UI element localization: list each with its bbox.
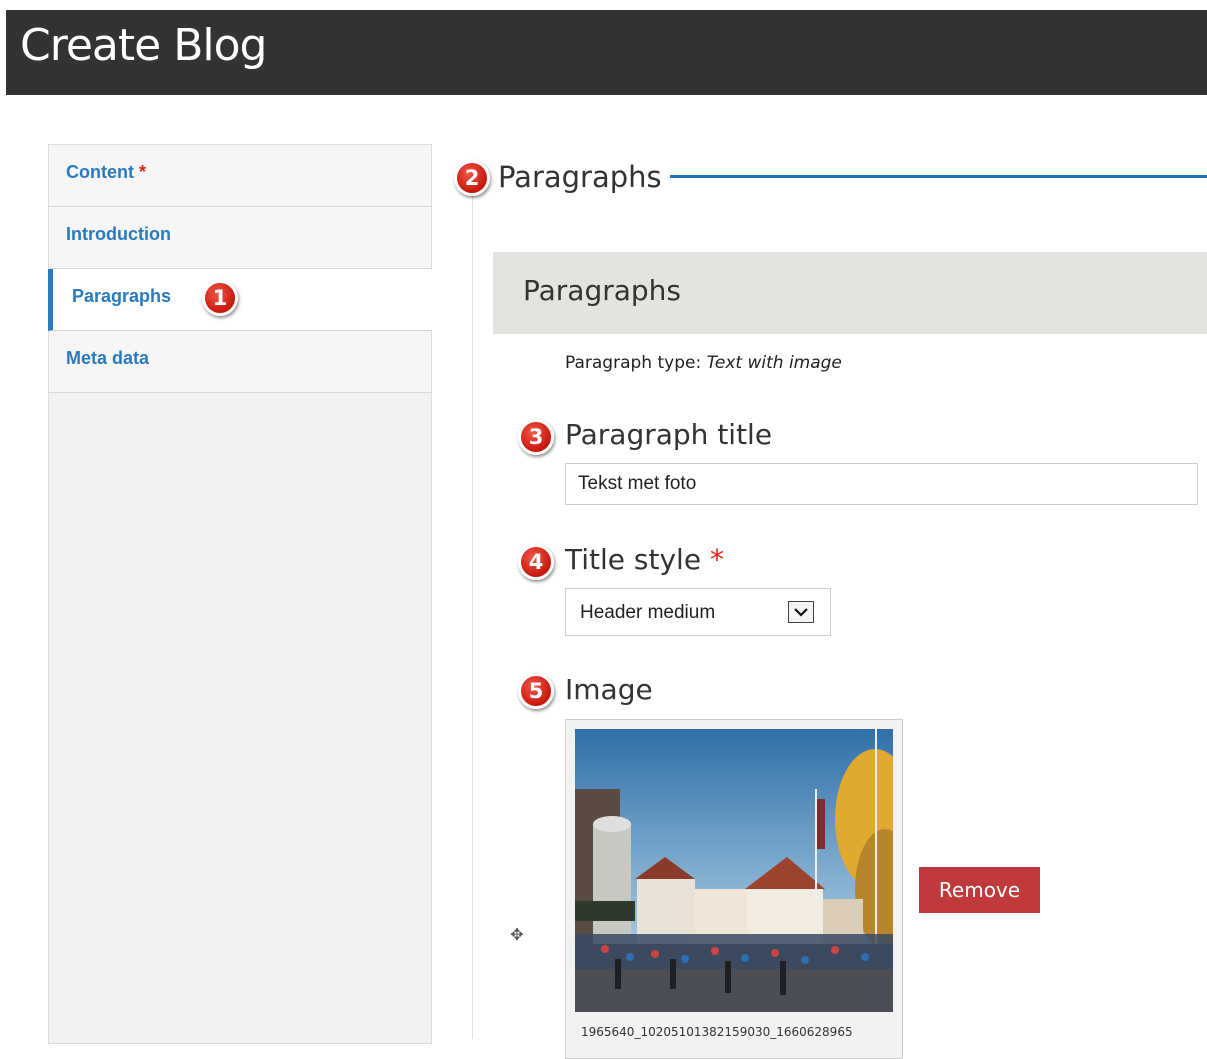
- tab-paragraphs[interactable]: Paragraphs: [48, 269, 432, 331]
- tab-label: Introduction: [66, 224, 171, 244]
- paragraphs-box-title: Paragraphs: [523, 274, 682, 307]
- paragraph-title-label: Paragraph title: [565, 418, 773, 451]
- image-filename: 1965640_10205101382159030_1660628965: [581, 1025, 853, 1039]
- page-header: Create Blog: [6, 10, 1207, 95]
- fieldset-border: [472, 196, 473, 1039]
- page-title: Create Blog: [20, 20, 267, 71]
- tab-label: Paragraphs: [72, 286, 172, 306]
- tab-introduction[interactable]: Introduction: [49, 207, 431, 269]
- step-badge-1: 1: [202, 280, 238, 316]
- fieldset-legend: Paragraphs: [498, 160, 670, 194]
- tab-meta-data[interactable]: Meta data: [49, 331, 431, 393]
- step-badge-4: 4: [518, 544, 554, 580]
- paragraph-type-value: Text with image: [706, 353, 842, 373]
- tab-label: Meta data: [66, 348, 150, 368]
- required-marker: *: [709, 543, 724, 576]
- image-thumbnail: [575, 729, 893, 1012]
- tab-content[interactable]: Content *: [49, 145, 431, 207]
- paragraphs-header-box: Paragraphs: [493, 252, 1207, 334]
- fieldset-legend-line: [670, 175, 1207, 178]
- chevron-down-icon[interactable]: [788, 601, 814, 623]
- image-preview: 1965640_10205101382159030_1660628965: [565, 719, 903, 1059]
- remove-button[interactable]: Remove: [919, 867, 1040, 913]
- step-badge-5: 5: [518, 673, 554, 709]
- step-badge-2: 2: [454, 160, 490, 196]
- select-value: Header medium: [580, 602, 716, 623]
- drag-handle-icon[interactable]: ✥: [508, 926, 526, 944]
- title-style-select[interactable]: Header medium: [565, 588, 831, 636]
- title-style-label-text: Title style: [565, 543, 702, 576]
- paragraph-type: Paragraph type: Text with image: [565, 353, 842, 373]
- paragraph-title-input[interactable]: Tekst met foto: [565, 463, 1198, 505]
- paragraph-type-label: Paragraph type:: [565, 353, 702, 373]
- image-label: Image: [565, 673, 653, 706]
- required-marker: *: [139, 162, 147, 182]
- step-badge-3: 3: [518, 419, 554, 455]
- title-style-label: Title style *: [565, 543, 724, 576]
- vertical-tabs: Content * Introduction Paragraphs Meta d…: [48, 144, 432, 1044]
- tab-label: Content: [66, 162, 134, 182]
